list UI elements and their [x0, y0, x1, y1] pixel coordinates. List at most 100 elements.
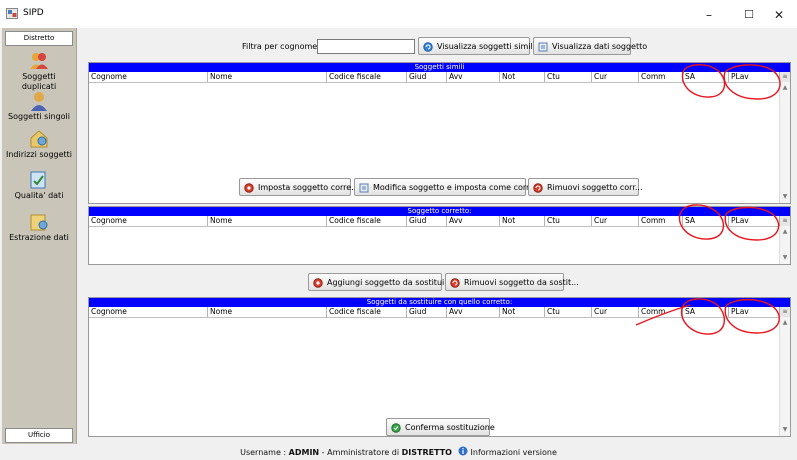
- grid-title: Soggetto corretto:: [89, 207, 790, 216]
- column-header[interactable]: Comm: [638, 307, 682, 317]
- grid-title: Soggetti da sostituire con quello corret…: [89, 298, 790, 307]
- record-icon: [244, 183, 254, 193]
- grid-header-row: Cognome Nome Codice fiscale Giud Avv Not…: [89, 307, 790, 318]
- column-header[interactable]: Cur: [591, 72, 638, 82]
- sidebar-item-qualita-dati[interactable]: Qualita' dati: [2, 169, 76, 201]
- status-prefix: Username :: [240, 448, 289, 457]
- scroll-down-icon[interactable]: ▼: [781, 426, 789, 434]
- column-chooser-icon[interactable]: ≡: [779, 72, 790, 82]
- sidebar: Distretto Soggetti duplicati Soggetti si…: [2, 28, 77, 444]
- column-chooser-icon[interactable]: ≡: [779, 216, 790, 226]
- column-header[interactable]: Ctu: [544, 72, 591, 82]
- remove-replace-label: Rimuovi soggetto da sostit...: [464, 278, 579, 287]
- app-icon: [6, 8, 18, 19]
- column-header[interactable]: Cognome: [89, 216, 207, 226]
- column-chooser-icon[interactable]: ≡: [779, 307, 790, 317]
- column-header[interactable]: SA: [682, 72, 728, 82]
- column-header[interactable]: Avv: [446, 72, 499, 82]
- add-replace-label: Aggiungi soggetto da sostituire: [327, 278, 453, 287]
- maximize-icon: ☐: [744, 8, 754, 21]
- scrollbar[interactable]: ▲ ▼: [779, 317, 790, 436]
- user-icon: [31, 92, 47, 111]
- remove-icon: [533, 183, 543, 193]
- column-header[interactable]: Ctu: [544, 216, 591, 226]
- column-header[interactable]: Codice fiscale: [326, 307, 406, 317]
- column-header[interactable]: Not: [499, 72, 544, 82]
- grid-title: Soggetti simili: [89, 63, 790, 72]
- column-header[interactable]: Comm: [638, 72, 682, 82]
- column-header[interactable]: Ctu: [544, 307, 591, 317]
- column-header[interactable]: Codice fiscale: [326, 216, 406, 226]
- show-data-button[interactable]: Visualizza dati soggetto: [533, 37, 647, 55]
- sidebar-tab-distretto[interactable]: Distretto: [5, 31, 73, 46]
- main-panel: Filtra per cognome: Visualizza soggetti …: [78, 28, 797, 444]
- grid-header-row: Cognome Nome Codice fiscale Giud Avv Not…: [89, 72, 790, 83]
- version-info-link[interactable]: Informazioni versione: [471, 448, 557, 457]
- record-icon: [313, 278, 323, 288]
- column-header[interactable]: Giud: [406, 72, 446, 82]
- show-similar-button[interactable]: Visualizza soggetti simili: [418, 37, 535, 55]
- replace-subjects-grid: Soggetti da sostituire con quello corret…: [88, 297, 791, 437]
- sidebar-tab-ufficio[interactable]: Ufficio: [5, 428, 73, 443]
- scroll-up-icon[interactable]: ▲: [781, 228, 789, 236]
- confirm-replacement-label: Conferma sostituzione: [405, 423, 495, 432]
- column-header[interactable]: Giud: [406, 216, 446, 226]
- column-header[interactable]: Not: [499, 216, 544, 226]
- column-header[interactable]: PLav: [728, 307, 781, 317]
- remove-correct-label: Rimuovi soggetto corr...: [547, 183, 643, 192]
- show-data-label: Visualizza dati soggetto: [552, 42, 648, 51]
- sidebar-item-soggetti-singoli[interactable]: Soggetti singoli: [2, 90, 76, 122]
- status-bar: Username : ADMIN - Amministratore di DIS…: [0, 445, 797, 460]
- column-header[interactable]: Comm: [638, 216, 682, 226]
- column-header[interactable]: Nome: [207, 72, 326, 82]
- scroll-down-icon[interactable]: ▼: [781, 193, 789, 201]
- sidebar-item-label: Soggetti: [22, 72, 56, 81]
- sidebar-item-indirizzi-soggetti[interactable]: Indirizzi soggetti: [2, 128, 76, 160]
- scroll-down-icon[interactable]: ▼: [781, 254, 789, 262]
- column-header[interactable]: Cognome: [89, 307, 207, 317]
- column-header[interactable]: Codice fiscale: [326, 72, 406, 82]
- refresh-icon: [423, 42, 433, 52]
- scrollbar[interactable]: ▲ ▼: [779, 226, 790, 264]
- column-header[interactable]: Avv: [446, 307, 499, 317]
- column-header[interactable]: SA: [682, 307, 728, 317]
- check-icon: [391, 423, 401, 433]
- sidebar-item-soggetti-duplicati[interactable]: Soggetti duplicati: [2, 50, 76, 92]
- set-correct-button[interactable]: Imposta soggetto corre...: [239, 178, 359, 196]
- modify-set-correct-label: Modifica soggetto e imposta come corrett…: [373, 183, 546, 192]
- sidebar-item-label: Indirizzi soggetti: [5, 150, 73, 159]
- title-bar: SIPD – ☐ ✕: [0, 0, 797, 28]
- column-header[interactable]: Cognome: [89, 72, 207, 82]
- minimize-icon: –: [706, 8, 712, 22]
- sidebar-item-estrazione-dati[interactable]: Estrazione dati: [2, 211, 76, 243]
- column-header[interactable]: Cur: [591, 216, 638, 226]
- close-icon: ✕: [773, 8, 785, 22]
- document-icon: [359, 183, 369, 193]
- column-header[interactable]: Not: [499, 307, 544, 317]
- confirm-replacement-button[interactable]: Conferma sostituzione: [386, 418, 495, 436]
- close-button[interactable]: ✕: [761, 4, 797, 26]
- show-similar-label: Visualizza soggetti simili: [437, 42, 535, 51]
- modify-set-correct-button[interactable]: Modifica soggetto e imposta come corrett…: [354, 178, 545, 196]
- column-header[interactable]: PLav: [728, 216, 781, 226]
- remove-replace-button[interactable]: Rimuovi soggetto da sostit...: [445, 273, 579, 291]
- remove-correct-button[interactable]: Rimuovi soggetto corr...: [528, 178, 643, 196]
- column-header[interactable]: Avv: [446, 216, 499, 226]
- add-replace-button[interactable]: Aggiungi soggetto da sostituire: [308, 273, 452, 291]
- document-icon: [538, 42, 548, 52]
- minimize-button[interactable]: –: [689, 4, 729, 26]
- column-header[interactable]: PLav: [728, 72, 781, 82]
- scroll-up-icon[interactable]: ▲: [781, 84, 789, 92]
- scroll-up-icon[interactable]: ▲: [781, 319, 789, 327]
- surname-filter-input[interactable]: [317, 39, 415, 54]
- column-header[interactable]: Nome: [207, 216, 326, 226]
- scrollbar[interactable]: ▲ ▼: [779, 82, 790, 203]
- extract-icon: [30, 214, 48, 231]
- set-correct-label: Imposta soggetto corre...: [258, 183, 359, 192]
- column-header[interactable]: Cur: [591, 307, 638, 317]
- column-header[interactable]: Giud: [406, 307, 446, 317]
- window-title: SIPD: [23, 8, 44, 18]
- column-header[interactable]: SA: [682, 216, 728, 226]
- info-icon[interactable]: [458, 446, 468, 456]
- column-header[interactable]: Nome: [207, 307, 326, 317]
